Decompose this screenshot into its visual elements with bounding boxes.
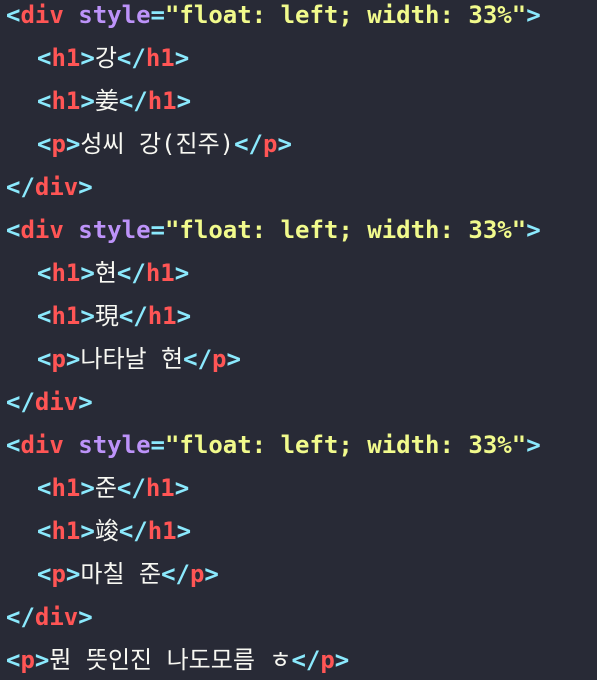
code-line-h1-1b: <h1>姜</h1> [37,87,192,115]
code-line-h1-3b: <h1>竣</h1> [37,517,192,545]
code-line-h1-3a: <h1>준</h1> [37,474,190,502]
code-line-p-2: <p>나타날 현</p> [37,345,241,373]
code-line-final-p: <p>뭔 뜻인진 나도모름 ㅎ</p> [6,646,350,674]
code-line-div-open-2: <div style="float: left; width: 33%"> [6,216,541,244]
code-line-div-close-2: </div> [6,388,93,416]
code-line-p-1: <p>성씨 강(진주)</p> [37,130,292,158]
code-line-h1-2b: <h1>現</h1> [37,302,192,330]
code-line-p-3: <p>마칠 준</p> [37,560,219,588]
code-editor[interactable]: <div style="float: left; width: 33%"> <h… [0,0,597,680]
code-line-div-close-1: </div> [6,173,93,201]
code-line-h1-1a: <h1>강</h1> [37,44,190,72]
code-line-div-close-3: </div> [6,603,93,631]
code-line-div-open-3: <div style="float: left; width: 33%"> [6,431,541,459]
code-line-div-open-1: <div style="float: left; width: 33%"> [6,1,541,29]
code-line-h1-2a: <h1>현</h1> [37,259,190,287]
